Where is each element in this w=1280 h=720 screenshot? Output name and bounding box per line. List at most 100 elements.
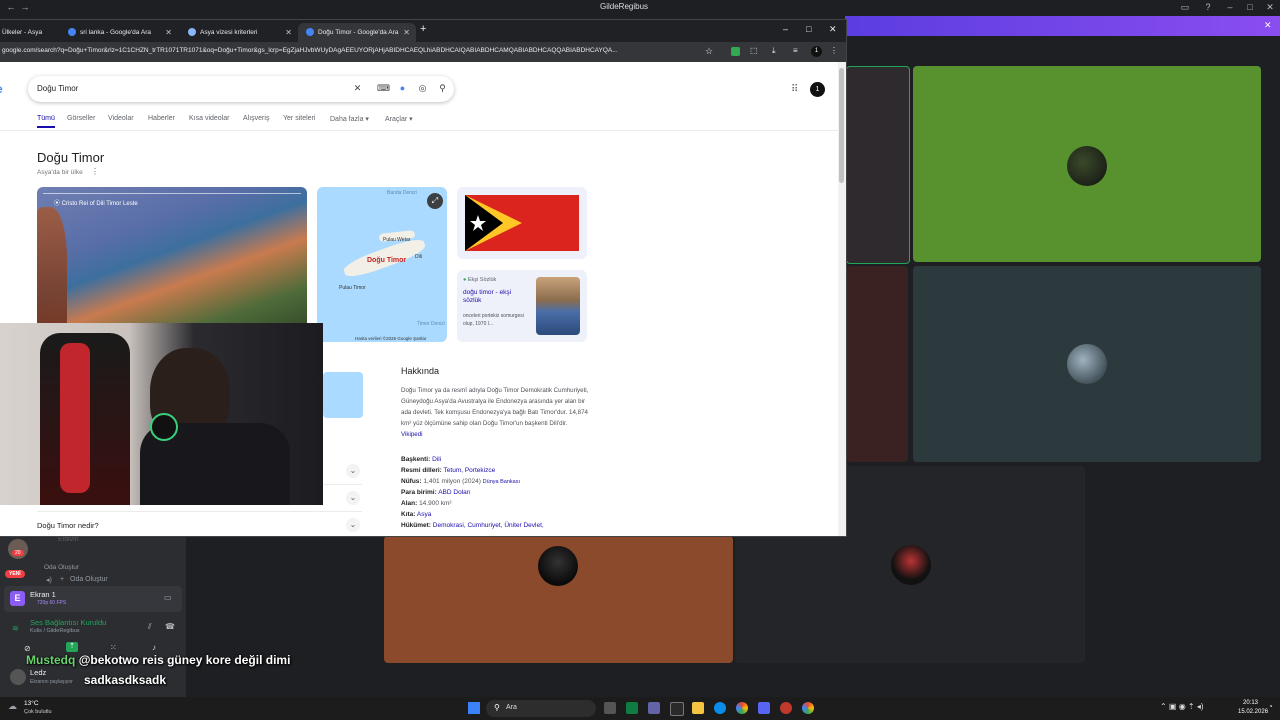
search-icon[interactable]: ⚲: [437, 83, 448, 94]
media-icon[interactable]: ≡: [793, 46, 798, 55]
eksi-card[interactable]: ● Ekşi Sözlük doğu timor - ekşi sözlük o…: [457, 270, 587, 342]
voice-item-ghost[interactable]: Eldivin: [58, 536, 79, 543]
apps-grid-icon[interactable]: ⠿: [791, 84, 798, 95]
forward-arrow-icon[interactable]: →: [20, 2, 30, 12]
chevron-down-icon[interactable]: ⌄: [346, 464, 360, 478]
voice-channel-label[interactable]: Kulis / GildeRegibus: [30, 628, 80, 634]
category-label[interactable]: Oda Oluştur: [44, 564, 79, 571]
paa-item[interactable]: Doğu Timor nedir? ⌄: [37, 514, 362, 536]
tab-shopping[interactable]: Alışveriş: [243, 115, 269, 122]
video-tile-speaking[interactable]: [846, 66, 910, 264]
maximize-icon[interactable]: □: [1245, 2, 1255, 12]
system-tray-icons[interactable]: ⌃ ▣ ◉ ⇡ ◂): [1160, 702, 1204, 711]
profile-avatar[interactable]: 1: [811, 46, 822, 57]
tab-more[interactable]: Daha fazla ▾: [330, 115, 369, 123]
weather-temp[interactable]: 13°C: [24, 700, 39, 707]
app-icon[interactable]: [780, 702, 792, 714]
keyboard-icon[interactable]: ⌨: [377, 83, 390, 94]
map-thumbnail[interactable]: [323, 372, 363, 418]
url-text[interactable]: google.com/search?q=Doğu+Timor&rlz=1C1CH…: [2, 47, 702, 54]
noise-suppression-icon[interactable]: ⫽: [148, 622, 152, 632]
close-window-icon[interactable]: ✕: [829, 24, 837, 35]
paa-question[interactable]: Doğu Timor nedir?: [37, 521, 99, 530]
taskbar-search[interactable]: ⚲ Ara: [486, 700, 596, 717]
video-tile[interactable]: [913, 66, 1261, 262]
close-tab-icon[interactable]: ✕: [285, 23, 292, 42]
close-tab-icon[interactable]: ✕: [165, 23, 172, 42]
video-tile[interactable]: [384, 536, 733, 663]
tab-short-videos[interactable]: Kısa videolar: [189, 115, 229, 122]
tab-sri-lanka[interactable]: sri lanka - Google'da Ara ✕: [60, 23, 178, 42]
discord-icon[interactable]: [758, 702, 770, 714]
extensions-icon[interactable]: ⬚: [750, 46, 758, 55]
more-options-icon[interactable]: ⋮: [91, 167, 99, 176]
maximize-icon[interactable]: □: [806, 24, 811, 34]
scrollbar-thumb[interactable]: [839, 68, 844, 183]
back-arrow-icon[interactable]: ←: [6, 2, 16, 12]
search-input[interactable]: Doğu Timor: [37, 84, 78, 93]
account-avatar[interactable]: 1: [810, 82, 825, 97]
tab-news[interactable]: Haberler: [148, 115, 175, 122]
file-explorer-icon[interactable]: [692, 702, 704, 714]
address-bar[interactable]: google.com/search?q=Doğu+Timor&rlz=1C1CH…: [0, 42, 846, 62]
microphone-icon[interactable]: ●: [397, 83, 408, 94]
chevron-down-icon[interactable]: ⌄: [346, 518, 360, 532]
chevron-down-icon[interactable]: ⌄: [346, 491, 360, 505]
help-icon[interactable]: ?: [1203, 2, 1213, 12]
flag-card[interactable]: [457, 187, 587, 259]
search-box[interactable]: Doğu Timor ✕ ⌨ ● ◎ ⚲: [28, 76, 454, 102]
bookmark-star-icon[interactable]: ☆: [705, 46, 713, 57]
map-card[interactable]: ⤢ Banda Denizi Pulau Wetar Doğu Timor Di…: [317, 187, 447, 342]
disconnect-icon[interactable]: ☎: [165, 622, 175, 631]
tab-ulkeler[interactable]: Ülkeler - Asya: [0, 23, 58, 42]
extension-shield-icon[interactable]: [731, 47, 740, 56]
create-room-label[interactable]: Oda Oluştur: [70, 576, 108, 583]
google-logo[interactable]: e: [0, 82, 3, 96]
notifications-icon[interactable]: ◔: [1268, 702, 1273, 711]
inbox-icon[interactable]: ▭: [1180, 2, 1190, 12]
app-icon[interactable]: [626, 702, 638, 714]
start-icon[interactable]: [468, 702, 480, 714]
soundboard-icon[interactable]: ♪: [152, 643, 156, 652]
tab-places[interactable]: Yer siteleri: [283, 115, 315, 122]
monitor-icon[interactable]: ▭: [164, 593, 172, 602]
clock-date[interactable]: 15.02.2026: [1238, 709, 1268, 715]
edge-icon[interactable]: [714, 702, 726, 714]
wikipedia-link[interactable]: Vikipedi: [401, 431, 423, 438]
user-avatar[interactable]: [10, 669, 26, 685]
screen-share-icon[interactable]: ⇡: [66, 642, 78, 652]
clear-search-icon[interactable]: ✕: [352, 83, 363, 94]
eksi-title[interactable]: doğu timor - ekşi sözlük: [463, 289, 527, 305]
new-tab-button[interactable]: +: [420, 23, 426, 35]
tab-all[interactable]: Tümü: [37, 115, 55, 122]
video-tile[interactable]: [913, 266, 1261, 462]
close-tab-icon[interactable]: ✕: [403, 23, 410, 42]
app-icon[interactable]: [670, 702, 684, 716]
task-view-icon[interactable]: [604, 702, 616, 714]
tab-asya-vizesi[interactable]: Asya vizesi kriterleri ✕: [180, 23, 298, 42]
close-icon[interactable]: ✕: [1265, 2, 1275, 12]
tab-videos[interactable]: Videolar: [108, 115, 134, 122]
activities-icon[interactable]: ⁙: [110, 643, 117, 652]
weather-desc[interactable]: Çok bulutlu: [24, 709, 52, 715]
screen-share-panel[interactable]: E Ekran 1 720p 60 FPS ▭: [4, 586, 182, 612]
tab-dogu-timor[interactable]: Doğu Timor - Google'da Ara ✕: [298, 23, 416, 42]
video-tile[interactable]: [846, 266, 908, 462]
expand-map-icon[interactable]: ⤢: [427, 193, 443, 209]
clock-time[interactable]: 20:13: [1243, 700, 1258, 706]
minimize-icon[interactable]: –: [783, 24, 788, 34]
chrome-icon[interactable]: [802, 702, 814, 714]
download-icon[interactable]: ⤓: [772, 46, 776, 56]
scrollbar[interactable]: [838, 62, 846, 536]
photo-caption[interactable]: ⦿ Cristo Rei of Dili Timor Leste: [54, 198, 138, 207]
chrome-icon[interactable]: [736, 702, 748, 714]
hero-photo[interactable]: [37, 187, 307, 337]
weather-icon[interactable]: ☁: [8, 701, 17, 712]
voice-connected-label[interactable]: Ses Bağlantısı Kuruldu: [30, 618, 106, 627]
user-name[interactable]: Ledz: [30, 668, 46, 677]
tab-tools[interactable]: Araçlar ▾: [385, 115, 413, 123]
minimize-icon[interactable]: –: [1225, 2, 1235, 12]
tab-images[interactable]: Görseller: [67, 115, 95, 122]
teams-icon[interactable]: [648, 702, 660, 714]
close-banner-icon[interactable]: ✕: [1264, 20, 1272, 31]
